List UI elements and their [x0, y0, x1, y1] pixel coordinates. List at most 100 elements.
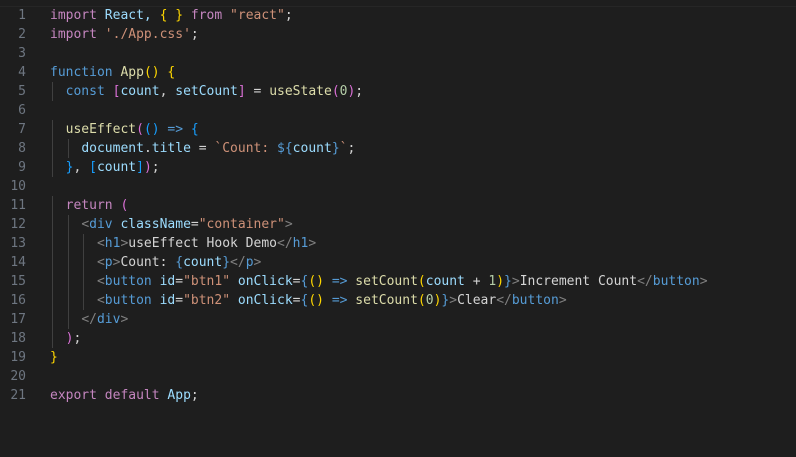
code-token: p [245, 255, 254, 270]
code-token: count [292, 141, 332, 156]
code-token: } [50, 350, 58, 365]
code-token: `Count: [214, 141, 278, 156]
code-token: App [120, 65, 144, 80]
code-token: div [96, 312, 121, 327]
code-line[interactable]: <button id="btn1" onClick={() => setCoun… [50, 272, 796, 291]
code-token: </ [81, 312, 97, 327]
line-number: 1 [18, 8, 26, 23]
code-token: > [120, 312, 129, 327]
line-number: 15 [10, 274, 26, 289]
code-token: > [253, 255, 262, 270]
code-token: ; [151, 160, 160, 175]
code-line[interactable]: }, [count]); [50, 158, 796, 177]
line-number: 10 [10, 179, 26, 194]
code-area[interactable]: import React, { } from "react"; import '.… [50, 6, 796, 405]
indent-guide [52, 291, 53, 310]
code-token: "react" [230, 8, 285, 23]
code-editor[interactable]: 1 2 3 4 5 6 7 8 9 10 11 12 13 14 15 16 17 18 19 20 21 import… [0, 0, 796, 457]
indent-guide [67, 272, 69, 291]
code-token: = [292, 293, 301, 308]
line-number: 19 [10, 350, 26, 365]
indent-guide [67, 215, 69, 234]
indent-guide [67, 234, 69, 253]
code-token: button [104, 274, 152, 289]
line-number: 6 [18, 103, 26, 118]
code-line[interactable]: <div className="container"> [50, 215, 796, 234]
code-token: [ [89, 160, 97, 175]
code-line[interactable]: <h1>useEffect Hook Demo</h1> [50, 234, 796, 253]
code-token: < [96, 236, 105, 251]
code-line[interactable] [50, 177, 796, 196]
code-token: ; [284, 8, 293, 23]
code-token: { } [159, 8, 184, 23]
code-token: > [308, 236, 317, 251]
code-line[interactable]: useEffect(() => { [50, 120, 796, 139]
code-token: = [190, 141, 215, 156]
code-line[interactable]: import './App.css'; [50, 25, 796, 44]
code-token: button [652, 274, 700, 289]
code-token: ) [496, 274, 505, 289]
code-line[interactable]: export default App; [50, 386, 796, 405]
code-line[interactable]: <button id="btn2" onClick={() => setCoun… [50, 291, 796, 310]
line-number: 17 [10, 312, 26, 327]
code-line[interactable]: } [50, 348, 796, 367]
code-line[interactable]: <p>Count: {count}</p> [50, 253, 796, 272]
code-token: > [558, 293, 567, 308]
code-token: button [104, 293, 152, 308]
code-token: </ [277, 236, 293, 251]
code-token: ; [355, 84, 364, 99]
indent-guide [52, 329, 53, 348]
code-token: const [65, 84, 105, 99]
indent-guide [52, 253, 53, 272]
code-line[interactable] [50, 101, 796, 120]
code-line[interactable]: </div> [50, 310, 796, 329]
line-number: 13 [10, 236, 26, 251]
code-token: </ [496, 293, 512, 308]
code-token: document [81, 141, 144, 156]
code-line[interactable]: function App() { [50, 63, 796, 82]
indent-guide [83, 272, 85, 291]
code-token: , [159, 84, 176, 99]
code-token: > [284, 217, 293, 232]
code-line[interactable] [50, 44, 796, 63]
code-token: . [143, 141, 152, 156]
code-token: ( [417, 274, 426, 289]
code-line[interactable]: ); [50, 329, 796, 348]
code-line[interactable]: return ( [50, 196, 796, 215]
indent-guide [52, 120, 53, 139]
line-number-gutter: 1 2 3 4 5 6 7 8 9 10 11 12 13 14 15 16 17 18 19 20 21 [0, 6, 36, 405]
indent-guide [52, 272, 53, 291]
code-token: { [190, 122, 199, 137]
indent-guide [83, 234, 85, 253]
indent-guide [52, 234, 53, 253]
code-token: h1 [104, 236, 121, 251]
code-token: import [50, 27, 97, 42]
code-token: = [292, 274, 301, 289]
code-token: ; [73, 331, 82, 346]
code-token: div [89, 217, 113, 232]
code-token: () [143, 122, 160, 137]
code-token: default [104, 388, 160, 403]
code-token: } [222, 255, 231, 270]
code-line[interactable]: const [count, setCount] = useState(0); [50, 82, 796, 101]
code-token: = [175, 293, 184, 308]
code-token: title [151, 141, 191, 156]
code-token: } [331, 141, 340, 156]
code-token: className [120, 217, 191, 232]
code-line[interactable]: document.title = `Count: ${count}`; [50, 139, 796, 158]
code-token: < [96, 255, 105, 270]
code-line[interactable] [50, 367, 796, 386]
code-line[interactable]: import React, { } from "react"; [50, 6, 796, 25]
